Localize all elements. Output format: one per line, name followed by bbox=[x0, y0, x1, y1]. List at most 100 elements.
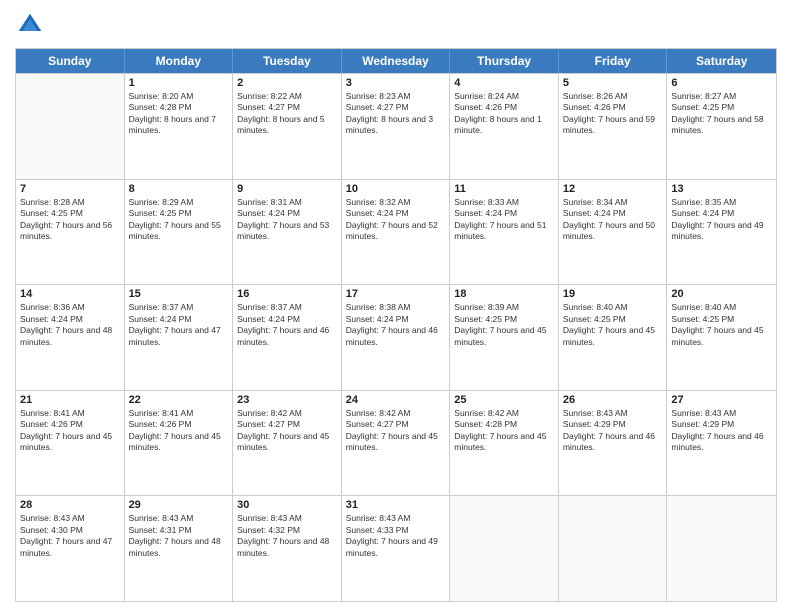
cell-date: 10 bbox=[346, 183, 446, 195]
cell-info: Sunrise: 8:42 AM Sunset: 4:27 PM Dayligh… bbox=[237, 408, 337, 454]
day-cell-18: 18 Sunrise: 8:39 AM Sunset: 4:25 PM Dayli… bbox=[450, 285, 559, 390]
cell-info: Sunrise: 8:39 AM Sunset: 4:25 PM Dayligh… bbox=[454, 302, 554, 348]
day-cell-26: 26 Sunrise: 8:43 AM Sunset: 4:29 PM Dayli… bbox=[559, 391, 668, 496]
cell-date: 2 bbox=[237, 77, 337, 89]
cell-date: 20 bbox=[671, 288, 772, 300]
day-cell-12: 12 Sunrise: 8:34 AM Sunset: 4:24 PM Dayli… bbox=[559, 180, 668, 285]
cell-date: 14 bbox=[20, 288, 120, 300]
day-header-wednesday: Wednesday bbox=[342, 49, 451, 73]
empty-cell bbox=[559, 496, 668, 601]
day-header-thursday: Thursday bbox=[450, 49, 559, 73]
day-cell-27: 27Sunrise: 8:43 AM Sunset: 4:29 PM Dayli… bbox=[667, 391, 776, 496]
calendar-body: 1 Sunrise: 8:20 AM Sunset: 4:28 PM Daylig… bbox=[16, 73, 776, 601]
cell-date: 9 bbox=[237, 183, 337, 195]
cell-date: 15 bbox=[129, 288, 229, 300]
cell-info: Sunrise: 8:31 AM Sunset: 4:24 PM Dayligh… bbox=[237, 197, 337, 243]
empty-cell bbox=[667, 496, 776, 601]
day-cell-3: 3 Sunrise: 8:23 AM Sunset: 4:27 PM Daylig… bbox=[342, 74, 451, 179]
cell-date: 5 bbox=[563, 77, 663, 89]
cell-info: Sunrise: 8:42 AM Sunset: 4:28 PM Dayligh… bbox=[454, 408, 554, 454]
day-cell-25: 25Sunrise: 8:42 AM Sunset: 4:28 PM Dayli… bbox=[450, 391, 559, 496]
day-cell-22: 22 Sunrise: 8:41 AM Sunset: 4:26 PM Dayli… bbox=[125, 391, 234, 496]
day-cell-9: 9 Sunrise: 8:31 AM Sunset: 4:24 PM Daylig… bbox=[233, 180, 342, 285]
day-cell-30: 30Sunrise: 8:43 AM Sunset: 4:32 PM Dayli… bbox=[233, 496, 342, 601]
cell-date: 26 bbox=[563, 394, 663, 406]
cell-info: Sunrise: 8:28 AM Sunset: 4:25 PM Dayligh… bbox=[20, 197, 120, 243]
day-cell-23: 23 Sunrise: 8:42 AM Sunset: 4:27 PM Dayli… bbox=[233, 391, 342, 496]
day-cell-2: 2 Sunrise: 8:22 AM Sunset: 4:27 PM Daylig… bbox=[233, 74, 342, 179]
cell-date: 1 bbox=[129, 77, 229, 89]
cell-info: Sunrise: 8:37 AM Sunset: 4:24 PM Dayligh… bbox=[237, 302, 337, 348]
cell-info: Sunrise: 8:40 AM Sunset: 4:25 PM Dayligh… bbox=[671, 302, 772, 348]
page: SundayMondayTuesdayWednesdayThursdayFrid… bbox=[0, 0, 792, 612]
cell-info: Sunrise: 8:40 AM Sunset: 4:25 PM Dayligh… bbox=[563, 302, 663, 348]
cell-date: 30 bbox=[237, 499, 337, 511]
cell-date: 21 bbox=[20, 394, 120, 406]
week-3: 14 Sunrise: 8:36 AM Sunset: 4:24 PM Dayli… bbox=[16, 284, 776, 390]
day-cell-1: 1 Sunrise: 8:20 AM Sunset: 4:28 PM Daylig… bbox=[125, 74, 234, 179]
cell-info: Sunrise: 8:20 AM Sunset: 4:28 PM Dayligh… bbox=[129, 91, 229, 137]
day-header-friday: Friday bbox=[559, 49, 668, 73]
cell-info: Sunrise: 8:41 AM Sunset: 4:26 PM Dayligh… bbox=[129, 408, 229, 454]
cell-date: 4 bbox=[454, 77, 554, 89]
cell-date: 13 bbox=[671, 183, 772, 195]
cell-date: 23 bbox=[237, 394, 337, 406]
cell-date: 17 bbox=[346, 288, 446, 300]
day-cell-16: 16Sunrise: 8:37 AM Sunset: 4:24 PM Dayli… bbox=[233, 285, 342, 390]
day-cell-21: 21 Sunrise: 8:41 AM Sunset: 4:26 PM Dayli… bbox=[16, 391, 125, 496]
day-cell-28: 28Sunrise: 8:43 AM Sunset: 4:30 PM Dayli… bbox=[16, 496, 125, 601]
logo-icon bbox=[15, 10, 45, 40]
day-cell-13: 13 Sunrise: 8:35 AM Sunset: 4:24 PM Dayli… bbox=[667, 180, 776, 285]
day-cell-20: 20 Sunrise: 8:40 AM Sunset: 4:25 PM Dayli… bbox=[667, 285, 776, 390]
cell-info: Sunrise: 8:33 AM Sunset: 4:24 PM Dayligh… bbox=[454, 197, 554, 243]
day-cell-14: 14 Sunrise: 8:36 AM Sunset: 4:24 PM Dayli… bbox=[16, 285, 125, 390]
calendar: SundayMondayTuesdayWednesdayThursdayFrid… bbox=[15, 48, 777, 602]
cell-info: Sunrise: 8:22 AM Sunset: 4:27 PM Dayligh… bbox=[237, 91, 337, 137]
cell-info: Sunrise: 8:42 AM Sunset: 4:27 PM Dayligh… bbox=[346, 408, 446, 454]
cell-date: 11 bbox=[454, 183, 554, 195]
cell-date: 12 bbox=[563, 183, 663, 195]
day-cell-5: 5 Sunrise: 8:26 AM Sunset: 4:26 PM Daylig… bbox=[559, 74, 668, 179]
cell-info: Sunrise: 8:27 AM Sunset: 4:25 PM Dayligh… bbox=[671, 91, 772, 137]
cell-info: Sunrise: 8:43 AM Sunset: 4:30 PM Dayligh… bbox=[20, 513, 120, 559]
cell-info: Sunrise: 8:36 AM Sunset: 4:24 PM Dayligh… bbox=[20, 302, 120, 348]
cell-info: Sunrise: 8:35 AM Sunset: 4:24 PM Dayligh… bbox=[671, 197, 772, 243]
cell-date: 19 bbox=[563, 288, 663, 300]
cell-info: Sunrise: 8:37 AM Sunset: 4:24 PM Dayligh… bbox=[129, 302, 229, 348]
cell-info: Sunrise: 8:38 AM Sunset: 4:24 PM Dayligh… bbox=[346, 302, 446, 348]
cell-info: Sunrise: 8:41 AM Sunset: 4:26 PM Dayligh… bbox=[20, 408, 120, 454]
cell-info: Sunrise: 8:24 AM Sunset: 4:26 PM Dayligh… bbox=[454, 91, 554, 137]
day-cell-8: 8Sunrise: 8:29 AM Sunset: 4:25 PM Daylig… bbox=[125, 180, 234, 285]
cell-info: Sunrise: 8:43 AM Sunset: 4:29 PM Dayligh… bbox=[563, 408, 663, 454]
day-cell-7: 7 Sunrise: 8:28 AM Sunset: 4:25 PM Daylig… bbox=[16, 180, 125, 285]
cell-date: 24 bbox=[346, 394, 446, 406]
cell-date: 7 bbox=[20, 183, 120, 195]
cell-info: Sunrise: 8:43 AM Sunset: 4:29 PM Dayligh… bbox=[671, 408, 772, 454]
cell-date: 6 bbox=[671, 77, 772, 89]
week-5: 28Sunrise: 8:43 AM Sunset: 4:30 PM Dayli… bbox=[16, 495, 776, 601]
day-header-tuesday: Tuesday bbox=[233, 49, 342, 73]
day-cell-6: 6 Sunrise: 8:27 AM Sunset: 4:25 PM Daylig… bbox=[667, 74, 776, 179]
cell-date: 18 bbox=[454, 288, 554, 300]
cell-date: 29 bbox=[129, 499, 229, 511]
cell-info: Sunrise: 8:23 AM Sunset: 4:27 PM Dayligh… bbox=[346, 91, 446, 137]
day-header-sunday: Sunday bbox=[16, 49, 125, 73]
logo bbox=[15, 10, 49, 40]
day-cell-10: 10Sunrise: 8:32 AM Sunset: 4:24 PM Dayli… bbox=[342, 180, 451, 285]
cell-info: Sunrise: 8:43 AM Sunset: 4:31 PM Dayligh… bbox=[129, 513, 229, 559]
cell-date: 22 bbox=[129, 394, 229, 406]
day-cell-19: 19 Sunrise: 8:40 AM Sunset: 4:25 PM Dayli… bbox=[559, 285, 668, 390]
day-header-monday: Monday bbox=[125, 49, 234, 73]
empty-cell bbox=[16, 74, 125, 179]
cell-date: 31 bbox=[346, 499, 446, 511]
day-cell-31: 31Sunrise: 8:43 AM Sunset: 4:33 PM Dayli… bbox=[342, 496, 451, 601]
calendar-header: SundayMondayTuesdayWednesdayThursdayFrid… bbox=[16, 49, 776, 73]
cell-info: Sunrise: 8:34 AM Sunset: 4:24 PM Dayligh… bbox=[563, 197, 663, 243]
day-header-saturday: Saturday bbox=[667, 49, 776, 73]
header bbox=[15, 10, 777, 40]
week-1: 1 Sunrise: 8:20 AM Sunset: 4:28 PM Daylig… bbox=[16, 73, 776, 179]
day-cell-29: 29 Sunrise: 8:43 AM Sunset: 4:31 PM Dayli… bbox=[125, 496, 234, 601]
day-cell-4: 4 Sunrise: 8:24 AM Sunset: 4:26 PM Daylig… bbox=[450, 74, 559, 179]
cell-date: 3 bbox=[346, 77, 446, 89]
cell-info: Sunrise: 8:26 AM Sunset: 4:26 PM Dayligh… bbox=[563, 91, 663, 137]
